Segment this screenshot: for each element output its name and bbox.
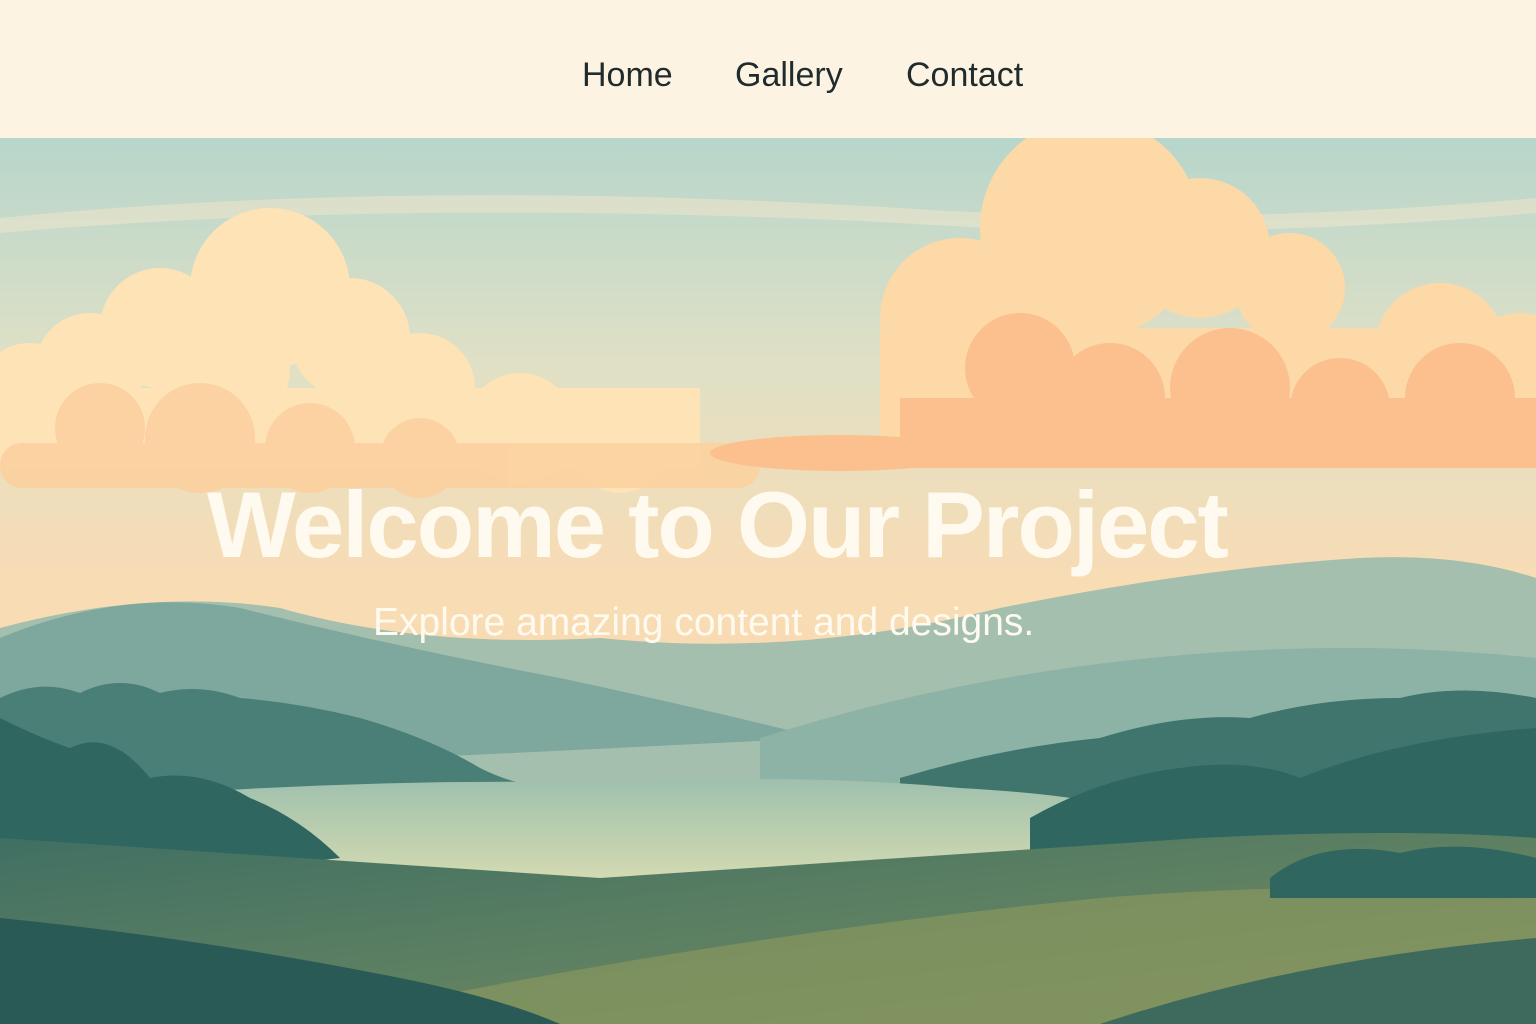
top-navigation: Home Gallery Contact (0, 0, 1536, 138)
hero-subtitle: Explore amazing content and designs. (373, 601, 1035, 644)
landscape-illustration (0, 138, 1536, 1024)
nav-link-contact[interactable]: Contact (906, 52, 1023, 98)
nav-link-home[interactable]: Home (582, 52, 673, 98)
hero-section: Welcome to Our Project Explore amazing c… (0, 138, 1536, 1024)
hero-title: Welcome to Our Project (207, 472, 1229, 577)
nav-link-gallery[interactable]: Gallery (735, 52, 843, 98)
